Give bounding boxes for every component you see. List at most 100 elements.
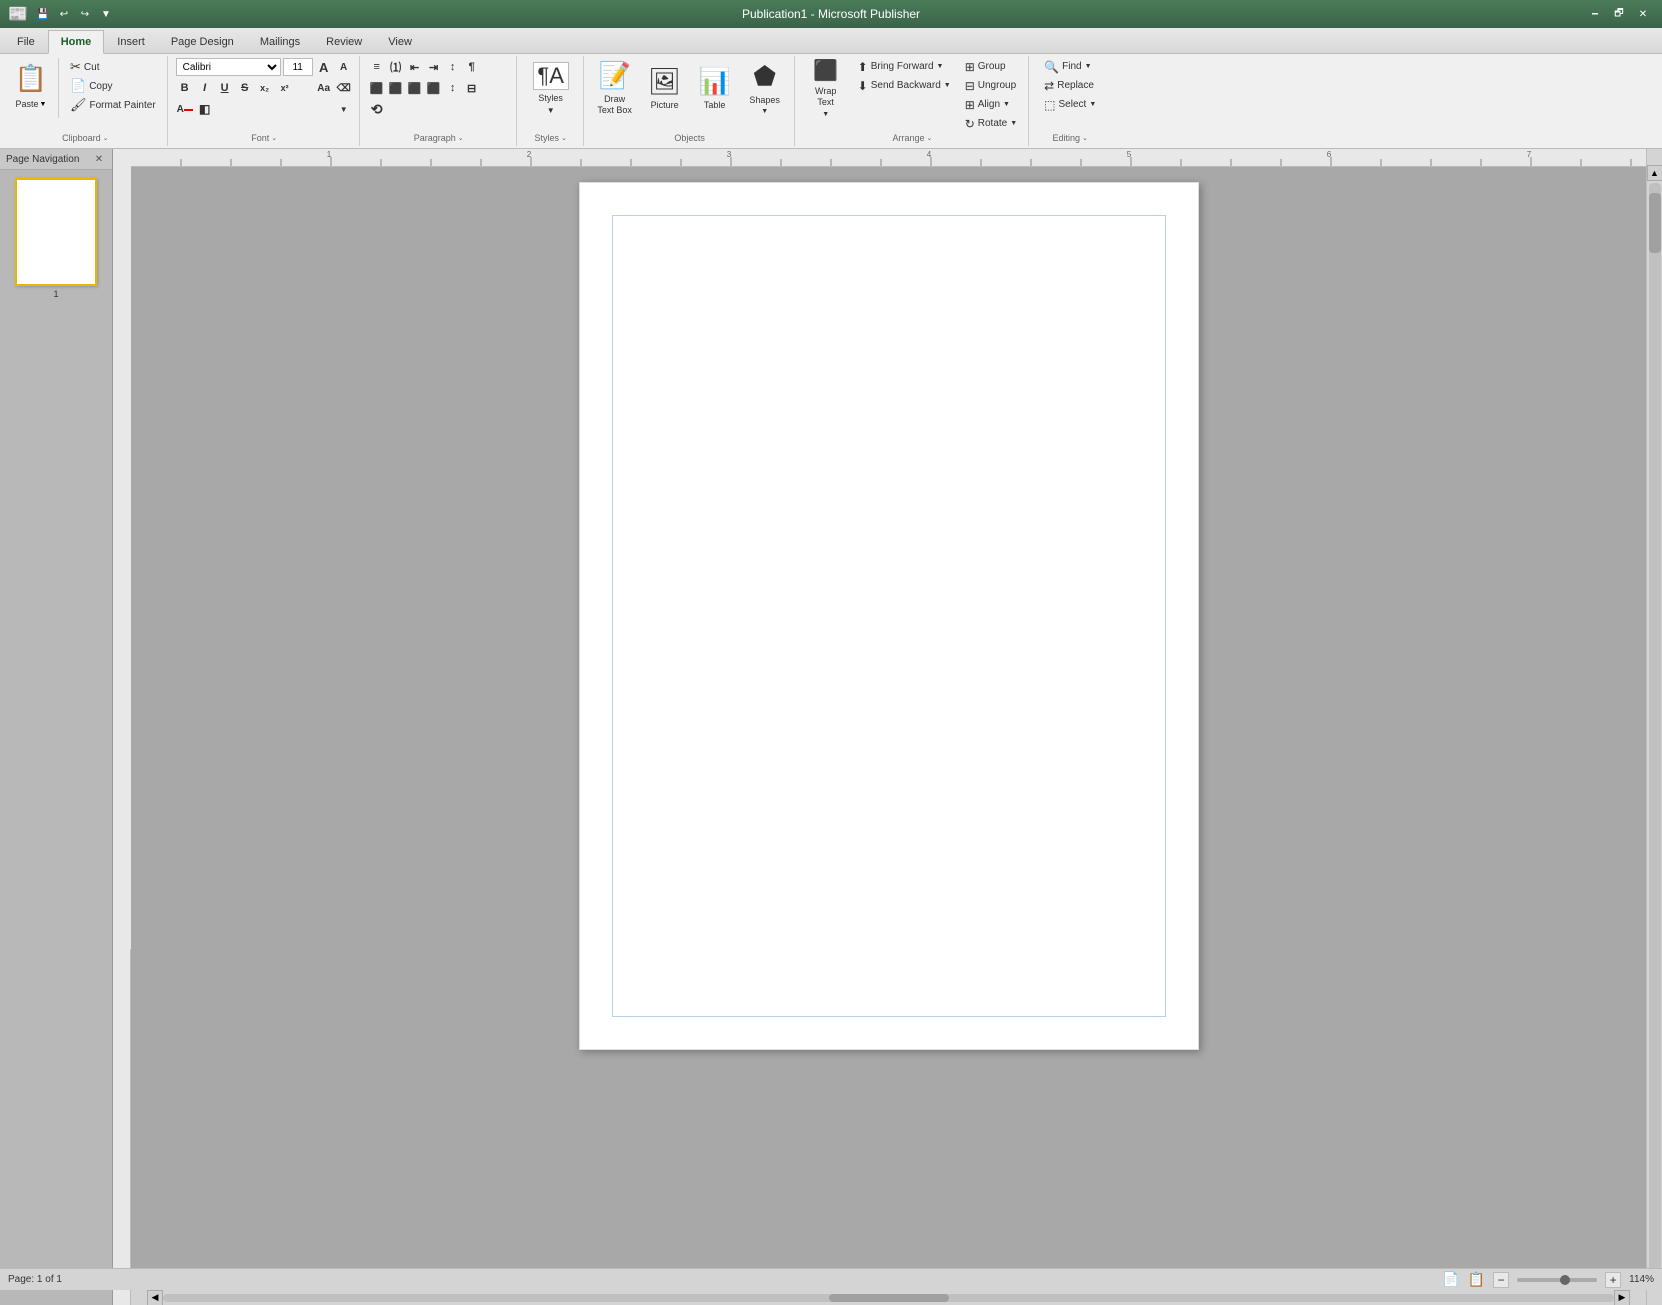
tab-insert[interactable]: Insert [104, 30, 158, 53]
tab-home[interactable]: Home [48, 30, 105, 54]
ungroup-button[interactable]: ⊟ Ungroup [960, 77, 1022, 94]
clear-format-button[interactable]: ⌫ [335, 79, 353, 97]
bold-button[interactable]: B [176, 79, 194, 97]
find-button[interactable]: 🔍 Find ▼ [1037, 58, 1103, 75]
save-button[interactable]: 💾 [34, 5, 52, 23]
table-button[interactable]: 📊 Table [692, 58, 738, 116]
rotate-icon: ↻ [965, 117, 975, 131]
picture-button[interactable]: 🖼 Picture [642, 58, 688, 116]
tab-page-design[interactable]: Page Design [158, 30, 247, 53]
paragraph-expand[interactable]: ⌄ [458, 134, 464, 142]
tab-review[interactable]: Review [313, 30, 375, 53]
font-name-select[interactable]: Calibri [176, 58, 281, 76]
align-right-button[interactable]: ⬛ [406, 79, 424, 97]
wrap-text-button[interactable]: ⬛ WrapText ▼ [803, 58, 849, 116]
format-painter-button[interactable]: 🖌 Format Painter [65, 96, 161, 114]
line-spacing-button[interactable]: ↕ [444, 79, 462, 97]
minimize-button[interactable]: 🗕 [1584, 5, 1606, 23]
font-size-input[interactable] [283, 58, 313, 76]
redo-button[interactable]: ↪ [76, 5, 94, 23]
text-direction-button[interactable]: ⟲ [368, 100, 386, 118]
cut-button[interactable]: ✂ Cut [65, 58, 161, 76]
horizontal-scrollbar[interactable]: ◀ ▶ [131, 1289, 1646, 1305]
page-1-thumbnail[interactable] [15, 178, 97, 286]
increase-indent-button[interactable]: ⇥ [425, 58, 443, 76]
tab-view[interactable]: View [375, 30, 425, 53]
zoom-slider-thumb[interactable] [1560, 1275, 1570, 1285]
shapes-dropdown[interactable]: ▼ [761, 108, 768, 115]
quick-access-dropdown[interactable]: ▼ [97, 5, 115, 23]
group-button[interactable]: ⊞ Group [960, 58, 1022, 75]
decrease-indent-button[interactable]: ⇤ [406, 58, 424, 76]
font-color-button[interactable]: A [176, 100, 194, 118]
find-dropdown[interactable]: ▼ [1085, 63, 1092, 70]
numbering-button[interactable]: ⑴ [387, 58, 405, 76]
italic-button[interactable]: I [196, 79, 214, 97]
arrange-expand[interactable]: ⌄ [926, 134, 932, 142]
close-page-nav-button[interactable]: ✕ [92, 152, 106, 166]
show-marks-button[interactable]: ¶ [463, 58, 481, 76]
align-dropdown[interactable]: ▼ [1003, 101, 1010, 108]
wrap-text-dropdown[interactable]: ▼ [822, 111, 829, 118]
strikethrough-button[interactable]: S [236, 79, 254, 97]
replace-button[interactable]: ⇄ Replace [1037, 77, 1103, 94]
underline-button[interactable]: U [216, 79, 234, 97]
h-scroll-thumb[interactable] [829, 1294, 949, 1302]
grow-font-button[interactable]: A [315, 58, 333, 76]
v-scroll-thumb[interactable] [1649, 193, 1661, 253]
font-expand[interactable]: ⌄ [271, 134, 277, 142]
styles-button[interactable]: ¶A Styles ▼ [525, 58, 577, 116]
bring-forward-button[interactable]: ⬆ Bring Forward ▼ [853, 58, 956, 75]
tab-mailings[interactable]: Mailings [247, 30, 313, 53]
copy-button[interactable]: 📄 Copy [65, 77, 161, 95]
draw-text-box-button[interactable]: 📝 DrawText Box [592, 58, 638, 116]
vertical-scrollbar[interactable]: ▲ ▼ [1646, 149, 1662, 1305]
subscript-button[interactable]: x₂ [256, 79, 274, 97]
styles-dropdown-arrow[interactable]: ▼ [547, 106, 555, 115]
align-center-button[interactable]: ⬛ [387, 79, 405, 97]
align-button[interactable]: ⊞ Align ▼ [960, 96, 1022, 113]
select-dropdown[interactable]: ▼ [1089, 101, 1096, 108]
canvas-scroll-area[interactable] [131, 167, 1646, 1289]
justify-button[interactable]: ⬛ [425, 79, 443, 97]
styles-expand[interactable]: ⌄ [561, 134, 567, 142]
columns-button[interactable]: ⊟ [463, 79, 481, 97]
shrink-font-button[interactable]: A [335, 58, 353, 76]
align-left-button[interactable]: ⬛ [368, 79, 386, 97]
paste-button[interactable]: 📋 [10, 58, 52, 98]
editing-expand[interactable]: ⌄ [1082, 134, 1088, 142]
sort-button[interactable]: ↕ [444, 58, 462, 76]
bring-forward-dropdown[interactable]: ▼ [937, 63, 944, 70]
paragraph-content: ≡ ⑴ ⇤ ⇥ ↕ ¶ ⬛ ⬛ ⬛ ⬛ ↕ ⊟ [368, 58, 510, 132]
case-button[interactable]: Aa [315, 79, 333, 97]
close-button[interactable]: ✕ [1632, 5, 1654, 23]
zoom-slider-track[interactable] [1517, 1278, 1597, 1282]
editing-group: 🔍 Find ▼ ⇄ Replace ⬚ Select ▼ [1031, 56, 1109, 146]
clipboard-group-label: Clipboard ⌄ [10, 132, 161, 144]
text-highlight-button[interactable]: ◧ [196, 100, 214, 118]
scroll-left-button[interactable]: ◀ [147, 1290, 163, 1305]
zoom-out-button[interactable]: − [1493, 1272, 1509, 1288]
main-area: Page Navigation ✕ 1 [0, 149, 1662, 1305]
font-color-dropdown[interactable]: ▼ [335, 100, 353, 118]
undo-button[interactable]: ↩ [55, 5, 73, 23]
tab-file[interactable]: File [4, 30, 48, 53]
paste-dropdown-arrow[interactable]: ▼ [40, 101, 47, 108]
ribbon-tab-row: File Home Insert Page Design Mailings Re… [0, 28, 1662, 54]
shapes-button[interactable]: ⬟ Shapes ▼ [742, 58, 788, 116]
clipboard-expand[interactable]: ⌄ [103, 134, 109, 142]
send-backward-button[interactable]: ⬇ Send Backward ▼ [853, 77, 956, 94]
rotate-button[interactable]: ↻ Rotate ▼ [960, 115, 1022, 132]
restore-button[interactable]: 🗗 [1608, 5, 1630, 23]
send-backward-dropdown[interactable]: ▼ [944, 82, 951, 89]
scroll-up-button[interactable]: ▲ [1647, 165, 1662, 181]
status-view-reading[interactable]: 📋 [1468, 1271, 1485, 1288]
bullets-button[interactable]: ≡ [368, 58, 386, 76]
scroll-right-button[interactable]: ▶ [1614, 1290, 1630, 1305]
rotate-dropdown[interactable]: ▼ [1010, 120, 1017, 127]
para-row1: ≡ ⑴ ⇤ ⇥ ↕ ¶ [368, 58, 510, 76]
zoom-in-button[interactable]: + [1605, 1272, 1621, 1288]
select-button[interactable]: ⬚ Select ▼ [1037, 96, 1103, 113]
status-view-normal[interactable]: 📄 [1442, 1271, 1459, 1288]
superscript-button[interactable]: x² [276, 79, 294, 97]
